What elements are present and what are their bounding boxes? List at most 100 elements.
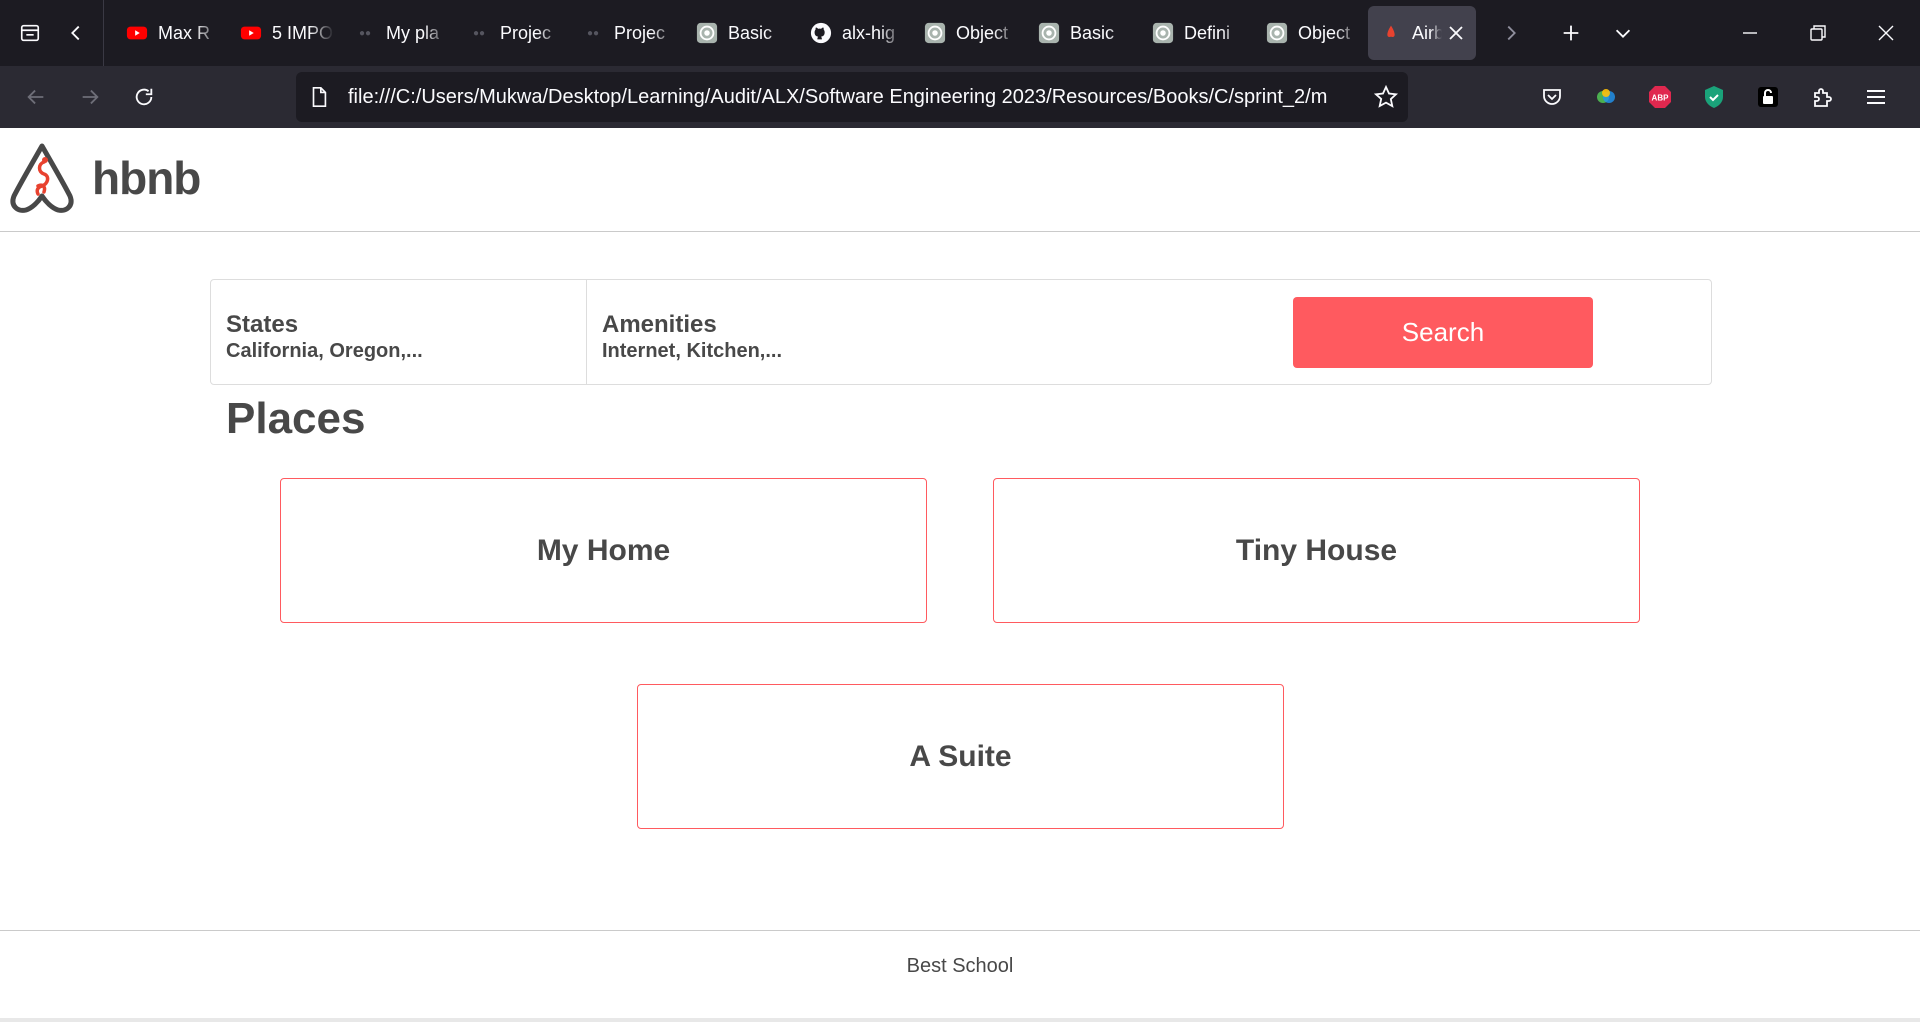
list-all-tabs-button[interactable] (1602, 12, 1644, 54)
site-footer: Best School (0, 930, 1920, 1022)
pocket-button[interactable] (1532, 77, 1572, 117)
plus-icon (1563, 25, 1579, 41)
tab-title: Projec (500, 22, 552, 43)
place-name: My Home (536, 533, 671, 567)
tab-title: Object (956, 22, 1009, 43)
reload-button[interactable] (124, 77, 164, 117)
tab-airbnb-active[interactable]: Airb (1368, 6, 1476, 60)
window-controls (1716, 0, 1920, 66)
tab-5-impo[interactable]: 5 IMPO (228, 6, 342, 60)
airbnb-icon (1380, 22, 1402, 44)
shield-extension-button[interactable] (1694, 77, 1734, 117)
toolbar-extensions: ABP (1532, 66, 1910, 128)
restore-icon (1810, 25, 1826, 41)
tab-defini[interactable]: Defini (1140, 6, 1254, 60)
amenities-title: Amenities (602, 311, 717, 338)
close-icon (1878, 25, 1894, 41)
arrow-right-icon (82, 89, 99, 105)
shield-icon (1705, 86, 1723, 108)
chevron-left-icon (71, 25, 80, 41)
tab-my-pla[interactable]: ●● My pla (342, 6, 456, 60)
restore-button[interactable] (1784, 0, 1852, 66)
tab-projec-1[interactable]: ●● Projec (456, 6, 570, 60)
target-icon (1266, 22, 1288, 44)
colorful-extension-button[interactable] (1586, 77, 1626, 117)
tab-title: Basic (1070, 22, 1115, 43)
lock-extension-button[interactable] (1748, 77, 1788, 117)
minimize-icon (1743, 32, 1757, 34)
states-title: States (226, 311, 299, 338)
firefox-view-icon (20, 24, 40, 42)
airbnb-logo-icon (10, 143, 74, 213)
back-button[interactable] (16, 77, 56, 117)
footer-text: Best School (906, 955, 1014, 977)
amenities-filter[interactable]: Amenities Internet, Kitchen,... (587, 280, 1187, 384)
site-header: hbnb (0, 128, 1920, 232)
filters-section: States California, Oregon,... Amenities … (210, 279, 1712, 385)
arrow-left-icon (27, 89, 44, 105)
chevron-right-icon (1507, 25, 1516, 41)
target-icon (696, 22, 718, 44)
star-icon[interactable] (1374, 85, 1398, 109)
tab-title: Object (1298, 22, 1351, 43)
bottom-divider (0, 1018, 1920, 1022)
youtube-icon (126, 22, 148, 44)
chevron-down-icon (1615, 29, 1631, 38)
adblock-plus-button[interactable]: ABP (1640, 77, 1680, 117)
place-name: Tiny House (1235, 533, 1398, 567)
page-icon: ●● (586, 27, 600, 39)
page-icon (312, 87, 327, 107)
tab-title: Projec (614, 22, 666, 43)
new-tab-button[interactable] (1550, 12, 1592, 54)
places-title: Places (226, 394, 366, 443)
tab-title: Max R (158, 22, 211, 43)
search-button[interactable]: Search (1293, 297, 1593, 368)
tab-title: alx-hig (842, 22, 896, 43)
tab-title: Defini (1184, 22, 1231, 43)
tab-title: Basic (728, 22, 773, 43)
github-icon (810, 22, 832, 44)
extensions-button[interactable] (1802, 77, 1842, 117)
tab-title: Airb (1412, 22, 1442, 43)
menu-button[interactable] (1856, 77, 1896, 117)
puzzle-icon (1814, 88, 1832, 107)
tab-strip: Max R 5 IMPO ●● My pla ●● Projec ●● Proj… (114, 0, 1476, 66)
target-icon (1152, 22, 1174, 44)
amenities-subtitle: Internet, Kitchen,... (602, 340, 783, 362)
states-subtitle: California, Oregon,... (226, 340, 423, 362)
states-filter[interactable]: States California, Oregon,... (211, 280, 587, 384)
logo-text: hbnb (92, 152, 201, 204)
minimize-button[interactable] (1716, 0, 1784, 66)
close-tab-button[interactable] (1444, 21, 1468, 45)
tab-basic-2[interactable]: Basic (1026, 6, 1140, 60)
forward-button[interactable] (70, 77, 110, 117)
tab-projec-2[interactable]: ●● Projec (570, 6, 684, 60)
close-window-button[interactable] (1852, 0, 1920, 66)
adblock-icon: ABP (1649, 86, 1671, 108)
browser-navigation-bar: file:///C:/Users/Mukwa/Desktop/Learning/… (0, 66, 1920, 128)
tabs-scroll-left-button[interactable] (55, 12, 97, 54)
address-bar[interactable]: file:///C:/Users/Mukwa/Desktop/Learning/… (296, 72, 1408, 122)
tab-object-2[interactable]: Object (1254, 6, 1368, 60)
tab-title: 5 IMPO (272, 22, 334, 43)
page-icon: ●● (472, 27, 486, 39)
lock-icon (1758, 87, 1778, 107)
browser-tab-bar: Max R 5 IMPO ●● My pla ●● Projec ●● Proj… (0, 0, 1920, 66)
hamburger-menu-icon (1867, 90, 1885, 104)
place-card-a-suite[interactable]: A Suite (637, 684, 1284, 829)
extension-globe-icon (1597, 89, 1615, 103)
site-logo[interactable]: hbnb (8, 142, 201, 214)
tab-basic-1[interactable]: Basic (684, 6, 798, 60)
target-icon (924, 22, 946, 44)
url-text[interactable]: file:///C:/Users/Mukwa/Desktop/Learning/… (348, 86, 1348, 109)
tab-alx-hig[interactable]: alx-hig (798, 6, 912, 60)
svg-text:ABP: ABP (1652, 94, 1670, 103)
tab-divider (103, 0, 104, 66)
tab-max-r[interactable]: Max R (114, 6, 228, 60)
tabs-scroll-right-button[interactable] (1490, 12, 1532, 54)
youtube-icon (240, 22, 262, 44)
place-card-tiny-house[interactable]: Tiny House (993, 478, 1640, 623)
place-card-my-home[interactable]: My Home (280, 478, 927, 623)
firefox-view-button[interactable] (9, 12, 51, 54)
tab-object-1[interactable]: Object (912, 6, 1026, 60)
